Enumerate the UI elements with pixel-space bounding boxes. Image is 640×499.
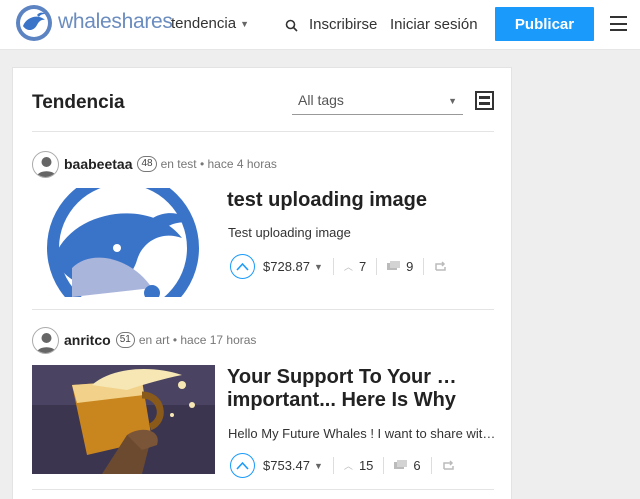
post-meta[interactable]: en test • hace 4 horas	[161, 157, 277, 171]
payout-dropdown[interactable]: $753.47 ▼	[263, 458, 323, 473]
whale-logo-icon[interactable]	[15, 4, 53, 42]
reblog-button[interactable]	[434, 260, 447, 272]
post-author[interactable]: baabeetaa	[64, 156, 132, 172]
comments-value: 9	[406, 258, 414, 274]
chevron-up-icon	[236, 461, 249, 470]
brand-name[interactable]: whaleshares	[58, 10, 173, 34]
feed-card: Tendencia All tags ▼ baabeetaa 48 en tes…	[12, 67, 512, 499]
chevron-up-icon	[236, 262, 249, 271]
post-thumbnail[interactable]	[32, 365, 215, 474]
divider	[32, 309, 494, 310]
post-excerpt[interactable]: Hello My Future Whales ! I want to share…	[228, 426, 498, 441]
layout-toggle-icon[interactable]	[475, 91, 494, 110]
comments-link[interactable]: 6	[394, 457, 421, 473]
signup-link[interactable]: Inscribirse	[309, 16, 377, 33]
post-meta[interactable]: en art • hace 17 horas	[139, 333, 257, 347]
feed-title: Tendencia	[32, 92, 125, 113]
divider	[32, 489, 494, 490]
voters-count[interactable]: ︿ 7	[344, 259, 366, 274]
tag-filter-label: All tags	[298, 92, 344, 108]
comment-icon	[387, 260, 401, 270]
caret-down-icon: ▼	[240, 19, 249, 29]
payout-dropdown[interactable]: $728.87 ▼	[263, 259, 323, 274]
divider	[32, 131, 494, 132]
chevron-up-icon: ︿	[343, 261, 353, 272]
chevron-up-icon: ︿	[343, 460, 353, 471]
reputation-badge: 48	[137, 156, 157, 172]
signin-link[interactable]: Iniciar sesión	[390, 16, 478, 33]
post-header: anritco 51 en art • hace 17 horas	[32, 326, 256, 354]
comments-value: 6	[413, 457, 421, 473]
reblog-icon	[442, 459, 454, 470]
reputation-badge: 51	[115, 332, 135, 348]
post-author[interactable]: anritco	[64, 332, 111, 348]
caret-down-icon: ▼	[314, 460, 323, 471]
votes-value: 7	[358, 258, 367, 274]
reblog-button[interactable]	[442, 459, 455, 471]
post-title[interactable]: Your Support To Your … important... Here…	[227, 366, 497, 412]
post-title[interactable]: test uploading image	[227, 189, 497, 212]
post-actions: $753.47 ▼ ︿ 15 6	[230, 452, 455, 478]
post-header: baabeetaa 48 en test • hace 4 horas	[32, 150, 277, 178]
upvote-button[interactable]	[230, 253, 255, 279]
sort-label: tendencia	[171, 15, 237, 32]
reblog-icon	[435, 260, 447, 271]
voters-count[interactable]: ︿ 15	[344, 458, 373, 473]
post-actions: $728.87 ▼ ︿ 7 9	[230, 253, 447, 279]
comment-icon	[394, 459, 408, 469]
post-excerpt[interactable]: Test uploading image	[228, 225, 498, 240]
post-thumbnail[interactable]	[32, 188, 215, 297]
sort-dropdown[interactable]: tendencia ▼	[171, 15, 249, 32]
publish-button[interactable]: Publicar	[495, 7, 594, 41]
caret-down-icon: ▼	[448, 96, 457, 106]
comments-link[interactable]: 9	[387, 259, 413, 274]
payout-value: $753.47	[263, 457, 310, 473]
search-icon[interactable]	[284, 17, 300, 33]
avatar[interactable]	[32, 150, 59, 178]
hamburger-icon[interactable]	[610, 16, 627, 31]
caret-down-icon: ▼	[314, 261, 323, 272]
payout-value: $728.87	[263, 258, 310, 274]
avatar[interactable]	[32, 326, 59, 354]
tag-filter-select[interactable]: All tags ▼	[292, 88, 463, 115]
votes-value: 15	[358, 457, 374, 473]
upvote-button[interactable]	[230, 452, 255, 478]
top-navbar: whaleshares tendencia ▼ Inscribirse Inic…	[0, 0, 640, 50]
